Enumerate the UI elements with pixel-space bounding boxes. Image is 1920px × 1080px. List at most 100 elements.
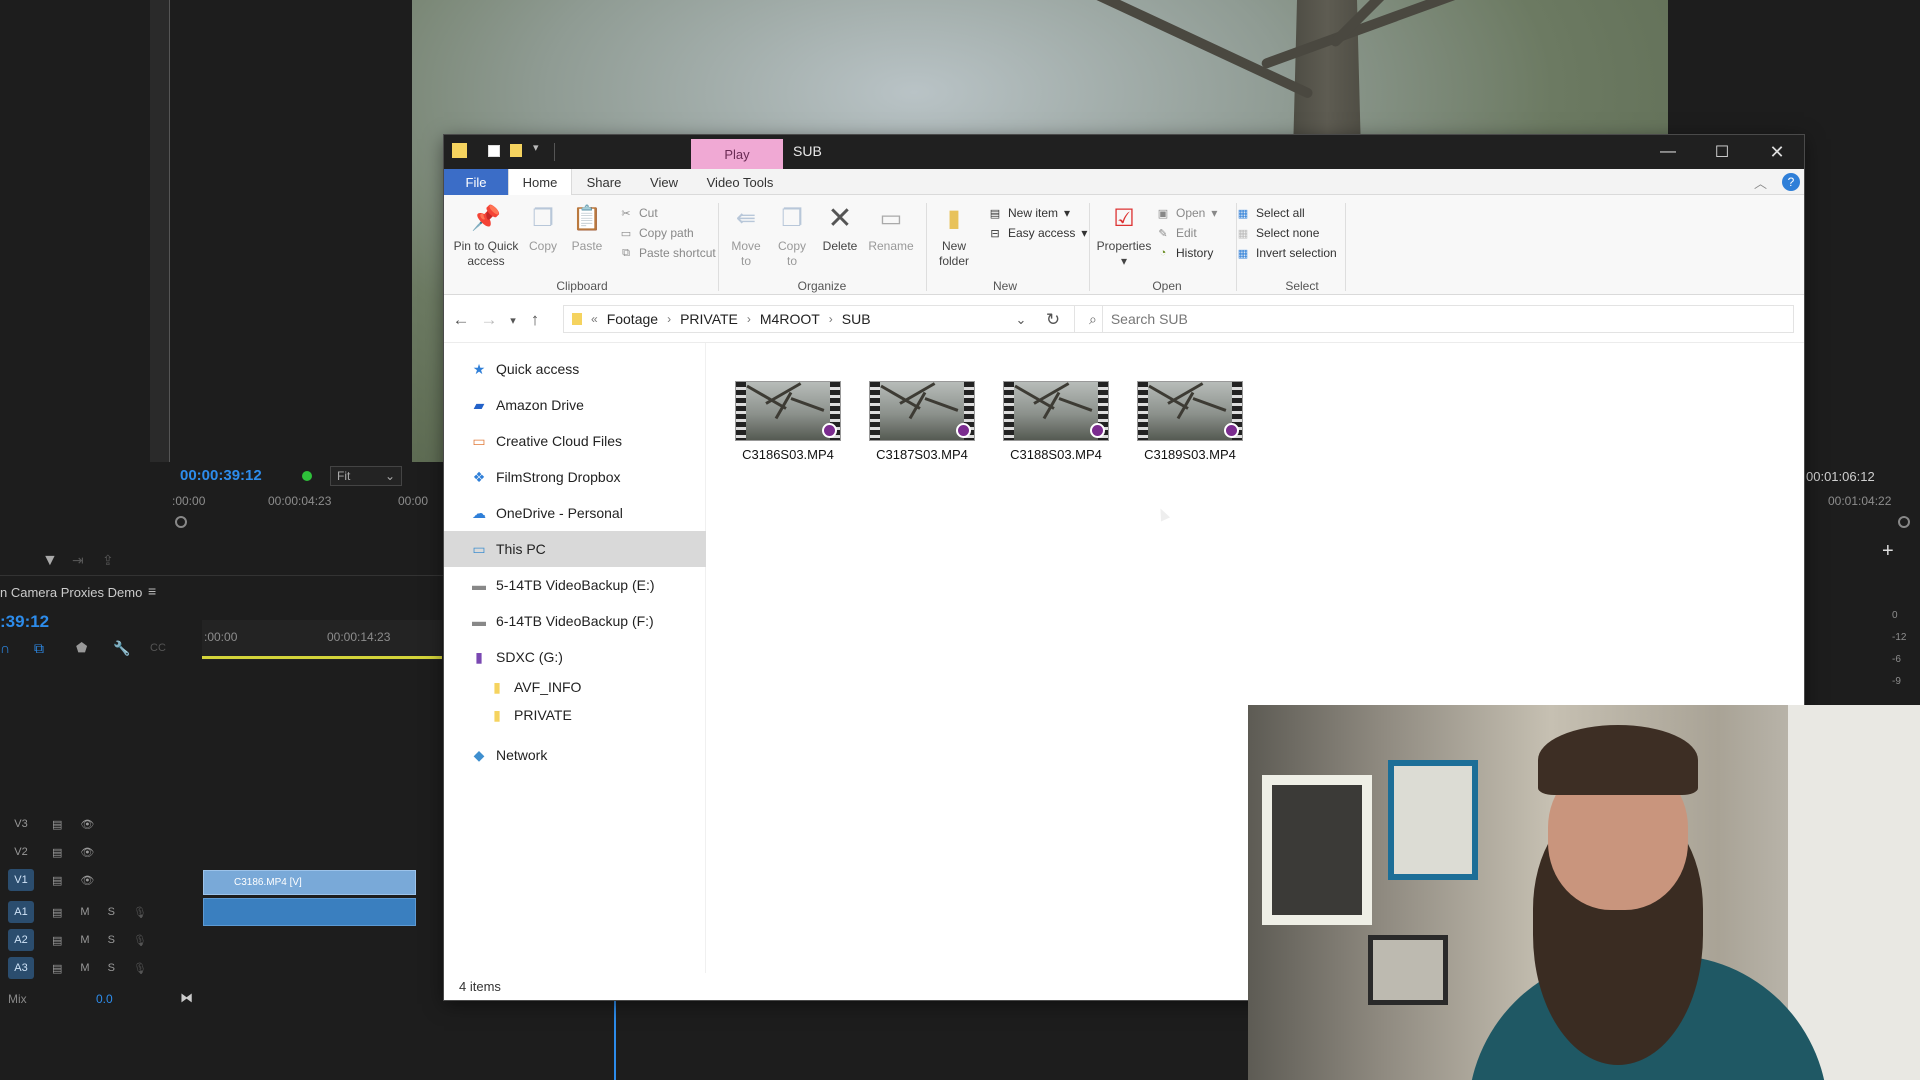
- filter-icon[interactable]: ▼: [42, 552, 58, 570]
- solo-button[interactable]: S: [108, 934, 115, 946]
- breadcrumb-sub[interactable]: SUB: [842, 311, 871, 327]
- breadcrumb-private[interactable]: PRIVATE: [680, 311, 738, 327]
- nav-item-avf-info[interactable]: ▮ AVF_INFO: [444, 673, 706, 701]
- add-button-icon[interactable]: +: [1882, 540, 1894, 563]
- easy-access-button[interactable]: ⊟ Easy access ▾: [988, 223, 1087, 243]
- copy-path-button[interactable]: ▭ Copy path: [619, 223, 716, 243]
- properties-qat-icon[interactable]: [488, 145, 500, 157]
- nav-item-5-14tb-videobackup-e[interactable]: ▬ 5-14TB VideoBackup (E:): [444, 567, 706, 603]
- nav-item-filmstrong-dropbox[interactable]: ❖ FilmStrong Dropbox: [444, 459, 706, 495]
- nav-item-quick-access[interactable]: ★ Quick access: [444, 351, 706, 387]
- tab-home[interactable]: Home: [508, 169, 572, 196]
- copy-to-button[interactable]: ❐ Copy to: [771, 201, 813, 269]
- nav-item-creative-cloud-files[interactable]: ▭ Creative Cloud Files: [444, 423, 706, 459]
- track-header-a1[interactable]: A1 ▤ M S 🎙: [0, 898, 200, 926]
- nav-item-private[interactable]: ▮ PRIVATE: [444, 701, 706, 729]
- address-dropdown-icon[interactable]: ⌄: [1008, 308, 1034, 332]
- breadcrumb-footage[interactable]: Footage: [607, 311, 658, 327]
- new-folder-button[interactable]: ▮ New folder: [932, 201, 976, 269]
- toggle-sync-lock-icon[interactable]: ▤: [52, 874, 62, 887]
- properties-button[interactable]: ☑ Properties ▾: [1094, 201, 1154, 269]
- minimize-icon[interactable]: —: [1641, 135, 1695, 169]
- collapse-ribbon-icon[interactable]: ︿: [1754, 173, 1767, 192]
- mute-button[interactable]: M: [80, 934, 89, 946]
- track-header-a3[interactable]: A3 ▤ M S 🎙: [0, 954, 200, 982]
- cut-button[interactable]: ✂ Cut: [619, 203, 716, 223]
- linked-selection-icon[interactable]: ⧉: [34, 640, 44, 657]
- mute-button[interactable]: M: [80, 962, 89, 974]
- tab-view[interactable]: View: [634, 169, 694, 195]
- marker-icon[interactable]: ⬟: [76, 640, 87, 656]
- track-label[interactable]: V1: [8, 869, 34, 891]
- file-item[interactable]: C3189S03.MP4: [1135, 381, 1245, 462]
- export-frame-icon[interactable]: ⇪: [102, 552, 114, 569]
- refresh-icon[interactable]: ↻: [1040, 308, 1066, 332]
- zoom-select[interactable]: Fit ⌄: [330, 466, 402, 486]
- wrench-icon[interactable]: 🔧: [113, 640, 130, 657]
- playhead-end-handle[interactable]: [1898, 516, 1910, 528]
- video-clip[interactable]: C3186.MP4 [V]: [203, 870, 416, 895]
- track-label[interactable]: A2: [8, 929, 34, 951]
- nav-item-amazon-drive[interactable]: ▰ Amazon Drive: [444, 387, 706, 423]
- insert-icon[interactable]: ⇥: [72, 552, 84, 569]
- snap-icon[interactable]: ∩: [0, 640, 10, 656]
- file-item[interactable]: C3186S03.MP4: [733, 381, 843, 462]
- voiceover-mic-icon[interactable]: 🎙: [133, 934, 147, 947]
- playhead-start-handle[interactable]: [175, 516, 187, 528]
- select-none-button[interactable]: ▦ Select none: [1236, 223, 1337, 243]
- sequence-timecode[interactable]: :39:12: [0, 612, 49, 632]
- sequence-playhead[interactable]: [614, 1000, 616, 1080]
- maximize-icon[interactable]: ☐: [1695, 135, 1749, 169]
- captions-icon[interactable]: CC: [150, 642, 166, 654]
- copy-button[interactable]: ❐ Copy: [522, 201, 564, 254]
- close-icon[interactable]: ✕: [1750, 135, 1804, 169]
- tab-video-tools[interactable]: Video Tools: [694, 169, 786, 195]
- toggle-sync-lock-icon[interactable]: ▤: [52, 934, 62, 947]
- toggle-sync-lock-icon[interactable]: ▤: [52, 818, 62, 831]
- track-header-a2[interactable]: A2 ▤ M S 🎙: [0, 926, 200, 954]
- toggle-sync-lock-icon[interactable]: ▤: [52, 906, 62, 919]
- track-label[interactable]: V2: [8, 841, 34, 863]
- work-area-bar[interactable]: [202, 656, 442, 659]
- eye-icon[interactable]: 👁: [80, 818, 94, 831]
- solo-button[interactable]: S: [108, 962, 115, 974]
- audio-clip[interactable]: [203, 898, 416, 926]
- voiceover-mic-icon[interactable]: 🎙: [133, 906, 147, 919]
- breadcrumb-m4root[interactable]: M4ROOT: [760, 311, 820, 327]
- tab-share[interactable]: Share: [574, 169, 634, 195]
- panel-menu-icon[interactable]: ≡: [148, 583, 156, 599]
- track-label[interactable]: A3: [8, 957, 34, 979]
- toggle-sync-lock-icon[interactable]: ▤: [52, 846, 62, 859]
- qat-dropdown-icon[interactable]: ▾: [533, 141, 539, 154]
- sequence-ruler[interactable]: :00:00 00:00:14:23: [202, 620, 442, 660]
- delete-button[interactable]: ✕ Delete: [817, 201, 863, 254]
- sequence-tab[interactable]: n Camera Proxies Demo: [0, 585, 142, 600]
- solo-button[interactable]: S: [108, 906, 115, 918]
- paste-shortcut-button[interactable]: ⧉ Paste shortcut: [619, 243, 716, 263]
- track-header-v3[interactable]: V3 ▤ 👁: [0, 810, 200, 838]
- pin-quick-access-button[interactable]: 📌 Pin to Quick access: [450, 201, 522, 269]
- history-button[interactable]: ◔ History: [1156, 243, 1217, 263]
- new-folder-qat-icon[interactable]: [510, 144, 522, 157]
- mix-value[interactable]: 0.0: [96, 992, 113, 1006]
- paste-button[interactable]: 📋 Paste: [566, 201, 608, 254]
- eye-icon[interactable]: 👁: [80, 874, 94, 887]
- tab-file[interactable]: File: [444, 169, 508, 195]
- open-button[interactable]: ▣ Open ▾: [1156, 203, 1218, 223]
- mute-button[interactable]: M: [80, 906, 89, 918]
- file-item[interactable]: C3188S03.MP4: [1001, 381, 1111, 462]
- forward-arrow-icon[interactable]: →: [476, 308, 502, 332]
- select-all-button[interactable]: ▦ Select all: [1236, 203, 1337, 223]
- help-icon[interactable]: ?: [1782, 173, 1800, 191]
- explorer-titlebar[interactable]: ▾ Play SUB — ☐ ✕: [444, 135, 1804, 169]
- file-item[interactable]: C3187S03.MP4: [867, 381, 977, 462]
- track-header-v2[interactable]: V2 ▤ 👁: [0, 838, 200, 866]
- track-header-v1[interactable]: V1 ▤ 👁: [0, 866, 200, 894]
- nav-item-this-pc[interactable]: ▭ This PC: [444, 531, 706, 567]
- nav-item-sdxc-g[interactable]: ▮ SDXC (G:): [444, 639, 706, 675]
- back-arrow-icon[interactable]: ←: [448, 308, 474, 332]
- nav-item-6-14tb-videobackup-f[interactable]: ▬ 6-14TB VideoBackup (F:): [444, 603, 706, 639]
- up-arrow-icon[interactable]: ↑: [522, 308, 548, 332]
- edit-button[interactable]: ✎ Edit: [1156, 223, 1217, 243]
- toggle-sync-lock-icon[interactable]: ▤: [52, 962, 62, 975]
